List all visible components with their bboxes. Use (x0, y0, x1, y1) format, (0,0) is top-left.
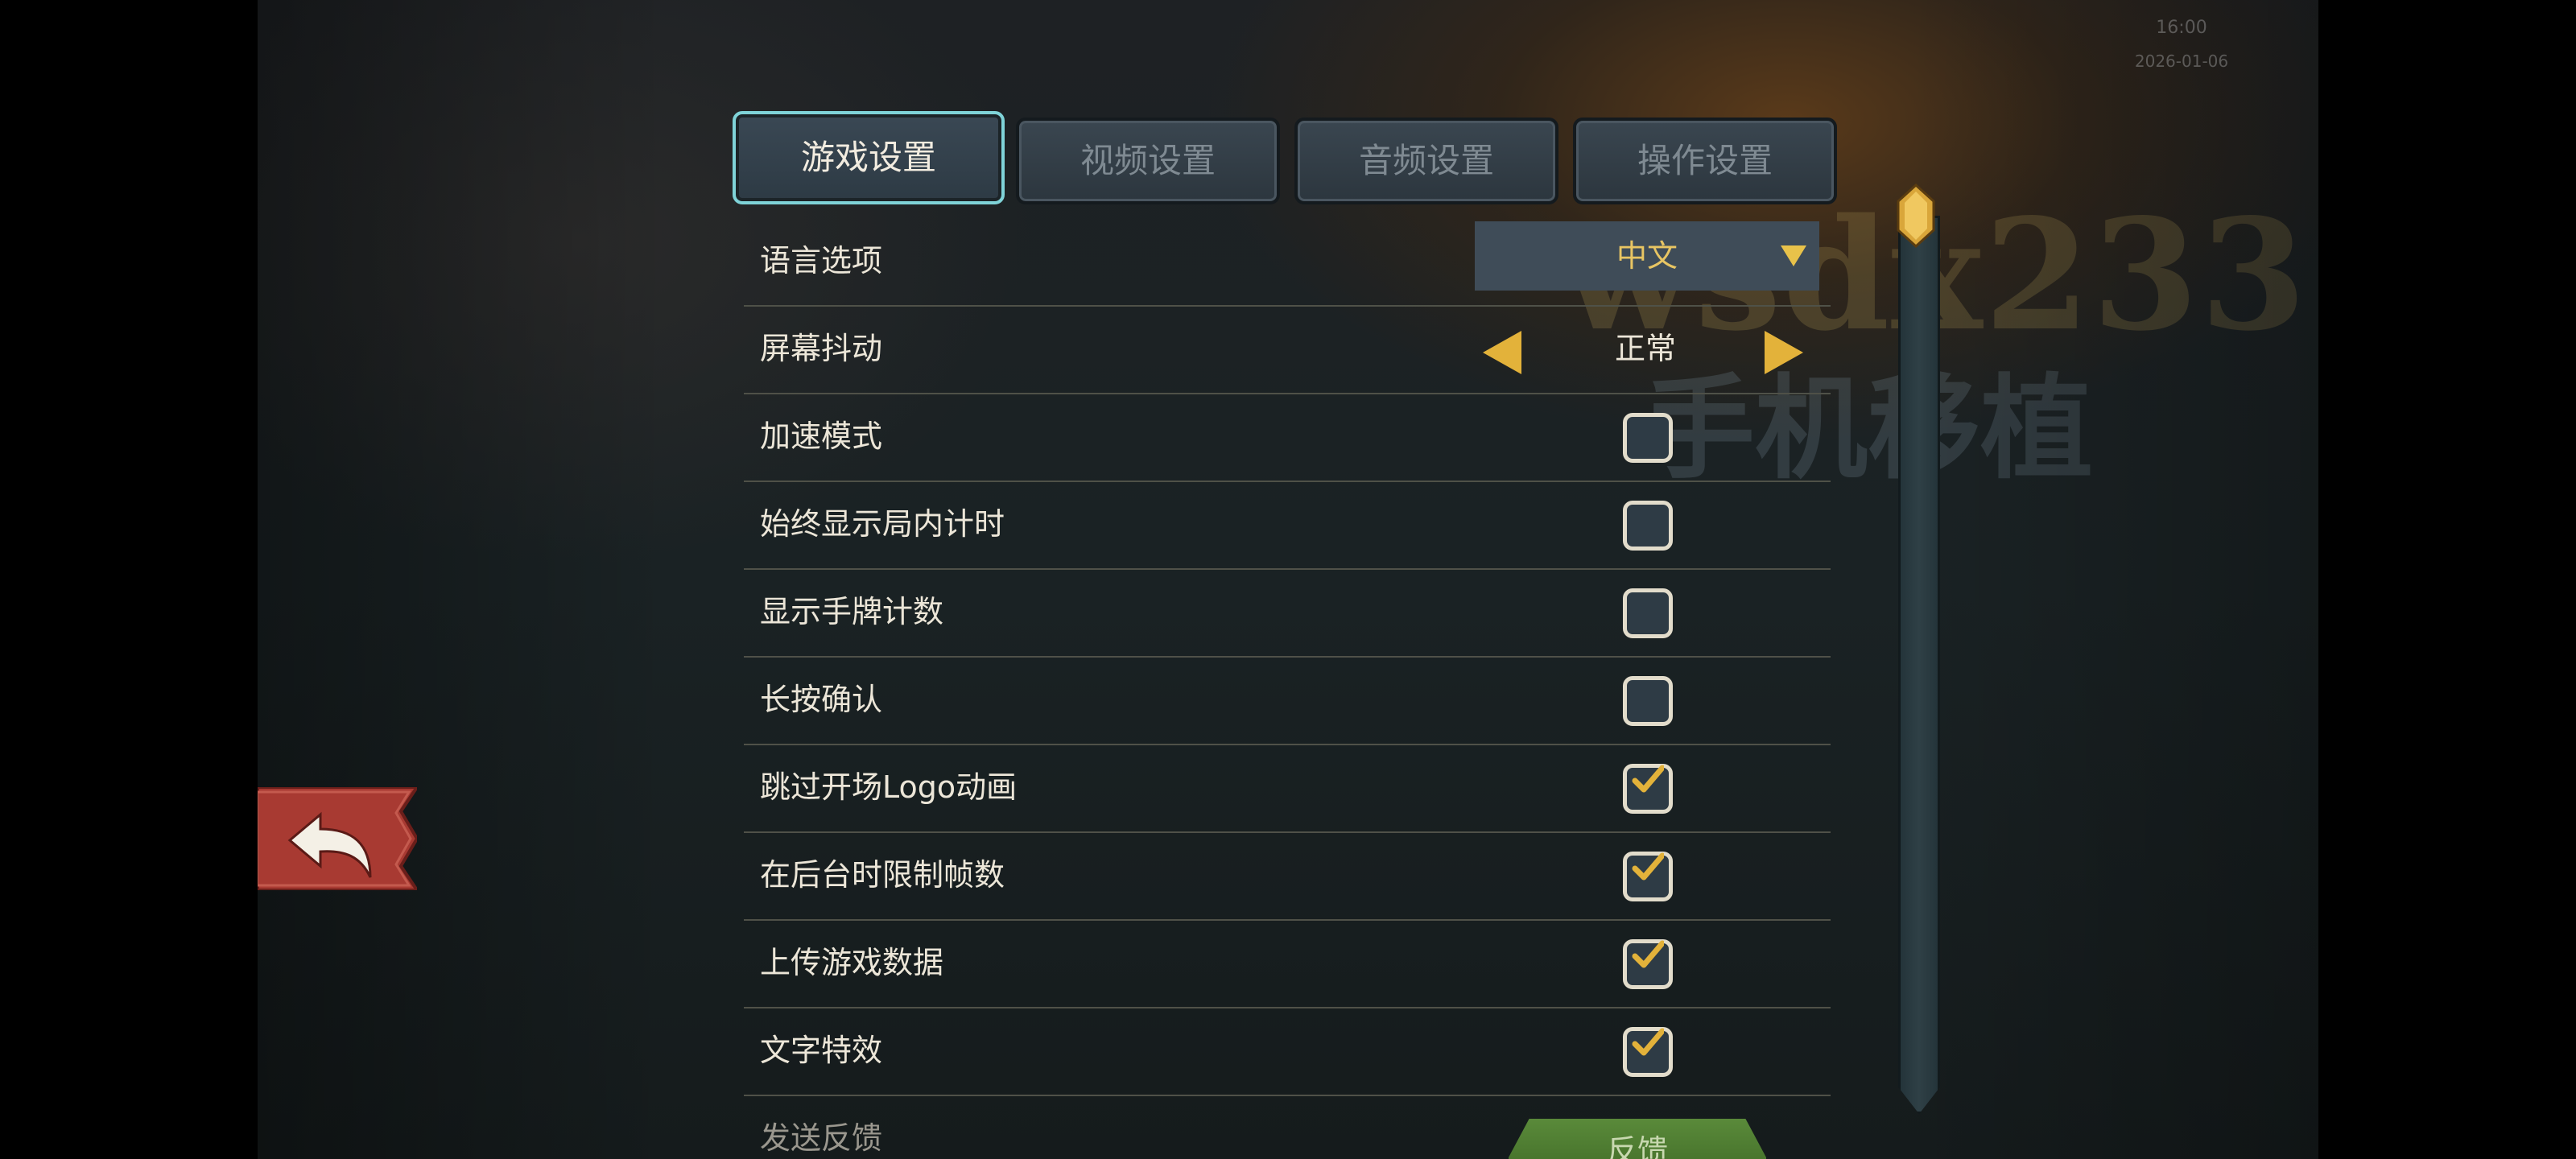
setting-label: 加速模式 (760, 419, 883, 454)
setting-label: 长按确认 (760, 682, 883, 717)
language-value: 中文 (1616, 238, 1678, 274)
checkmark-icon (1632, 1028, 1664, 1056)
tab-control-settings[interactable]: 操作设置 (1573, 118, 1837, 204)
arrow-left-icon[interactable] (1483, 331, 1521, 374)
setting-label: 发送反馈 (760, 1120, 883, 1156)
setting-label: 上传游戏数据 (760, 945, 944, 980)
setting-row-limit-fps: 在后台时限制帧数 (744, 831, 1831, 921)
chevron-down-icon (1781, 245, 1806, 266)
settings-list: 语言选项 中文 屏幕抖动 正常 加速模式 始终显示局内计时 显示手牌计数 长按确… (744, 217, 1831, 1159)
language-dropdown[interactable]: 中文 (1475, 221, 1819, 291)
long-press-confirm-checkbox[interactable] (1623, 676, 1673, 726)
screen-shake-value: 正常 (1614, 331, 1676, 366)
setting-row-speed-mode: 加速模式 (744, 393, 1831, 482)
scrollbar-thumb[interactable] (1895, 183, 1937, 249)
setting-row-language: 语言选项 中文 (744, 217, 1831, 307)
show-hand-count-checkbox[interactable] (1623, 588, 1673, 638)
setting-row-upload-data: 上传游戏数据 (744, 919, 1831, 1008)
always-show-timer-checkbox[interactable] (1623, 501, 1673, 551)
setting-row-show-hand-count: 显示手牌计数 (744, 568, 1831, 658)
text-effects-checkbox[interactable] (1623, 1027, 1673, 1077)
scrollbar-track[interactable] (1898, 216, 1940, 1114)
skip-logo-checkbox[interactable] (1623, 764, 1673, 814)
tab-audio-settings[interactable]: 音频设置 (1294, 118, 1558, 204)
feedback-button[interactable]: 反馈 (1509, 1119, 1766, 1159)
setting-row-skip-logo: 跳过开场Logo动画 (744, 744, 1831, 833)
setting-label: 屏幕抖动 (760, 331, 883, 366)
back-arrow-icon (256, 786, 420, 892)
scroll-gem-icon (1897, 183, 1935, 249)
setting-row-screen-shake: 屏幕抖动 正常 (744, 305, 1831, 394)
setting-label: 文字特效 (760, 1033, 883, 1068)
setting-row-always-show-timer: 始终显示局内计时 (744, 481, 1831, 570)
tab-video-settings[interactable]: 视频设置 (1016, 118, 1280, 204)
arrow-right-icon[interactable] (1765, 331, 1803, 374)
setting-label: 显示手牌计数 (760, 594, 944, 629)
upload-data-checkbox[interactable] (1623, 939, 1673, 989)
setting-row-text-effects: 文字特效 (744, 1007, 1831, 1096)
setting-row-long-press-confirm: 长按确认 (744, 656, 1831, 745)
tab-game-settings[interactable]: 游戏设置 (733, 111, 1005, 204)
setting-label: 始终显示局内计时 (760, 506, 1005, 542)
setting-row-feedback: 发送反馈 反馈 (744, 1095, 1831, 1159)
status-date: 2026-01-06 (2134, 52, 2229, 71)
limit-fps-checkbox[interactable] (1623, 852, 1673, 901)
speed-mode-checkbox[interactable] (1623, 413, 1673, 463)
checkmark-icon (1632, 940, 1664, 968)
checkmark-icon (1632, 765, 1664, 793)
status-time: 16:00 (2156, 18, 2207, 38)
setting-label: 在后台时限制帧数 (760, 857, 1005, 893)
back-button[interactable] (256, 786, 420, 892)
setting-label: 语言选项 (760, 243, 883, 278)
setting-label: 跳过开场Logo动画 (760, 769, 1018, 805)
checkmark-icon (1632, 852, 1664, 881)
